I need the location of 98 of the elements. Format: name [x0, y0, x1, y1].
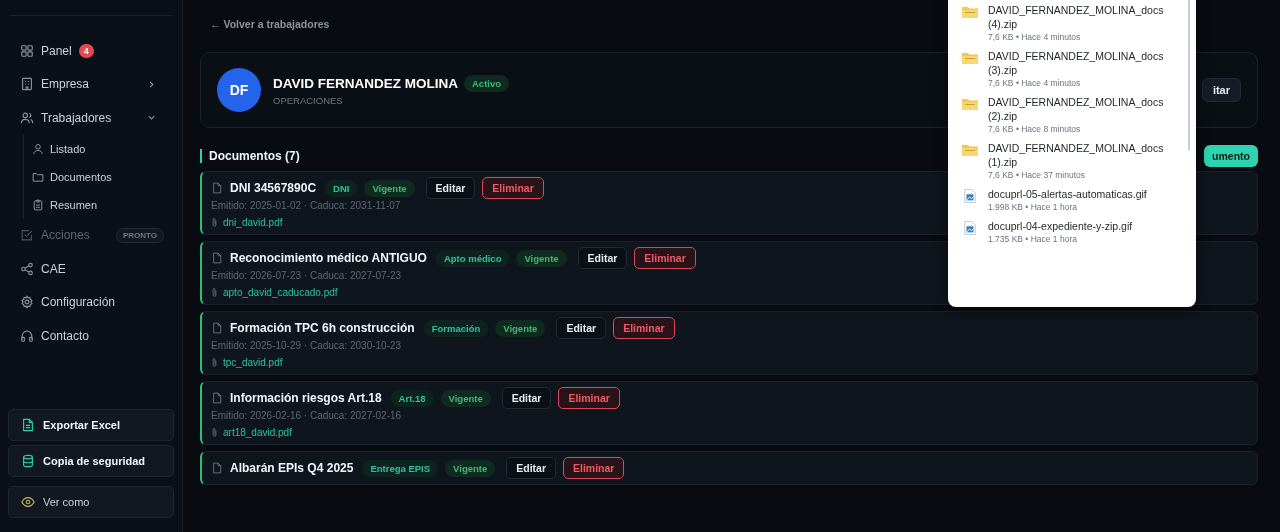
clipboard-icon — [32, 198, 44, 211]
sidebar-item[interactable]: Configuración — [20, 285, 172, 319]
category-tag: Apto médico — [435, 249, 510, 267]
folder-icon — [962, 51, 978, 65]
document-title: Información riesgos Art.18 — [230, 391, 382, 405]
download-item[interactable]: DAVID_FERNANDEZ_MOLINA_docs (4).zip 7,6 KB • Hace 4 minutos — [962, 0, 1186, 46]
delete-button[interactable]: Eliminar — [558, 387, 620, 409]
document-title: Albarán EPIs Q4 2025 — [230, 461, 354, 475]
document-icon — [211, 322, 223, 334]
edit-button[interactable]: Editar — [506, 457, 556, 479]
paperclip-icon — [211, 357, 218, 368]
file-meta: 7,6 KB • Hace 4 minutos — [988, 78, 1082, 88]
file-name: docuprl-05-alertas-automaticas.gif — [988, 187, 1147, 201]
document-icon — [211, 392, 223, 404]
category-tag: Entrega EPIS — [362, 459, 439, 477]
file-name: DAVID_FERNANDEZ_MOLINA_docs (3).zip — [988, 49, 1165, 77]
checkbox-icon — [20, 228, 34, 243]
soon-tag: PRONTO — [115, 227, 164, 243]
person-icon — [32, 142, 44, 155]
category-tag: Formación — [423, 319, 489, 337]
file-meta: 7,6 KB • Hace 8 minutos — [988, 124, 1082, 134]
document-dates: Emitido: 2025-10-29 · Caduca: 2030-10-23 — [211, 340, 402, 351]
edit-button[interactable]: Editar — [501, 387, 552, 409]
back-link[interactable]: ← Volver a trabajadores — [200, 18, 330, 34]
folder-icon — [962, 5, 978, 19]
delete-button[interactable]: Eliminar — [563, 457, 625, 479]
file-meta: 7,6 KB • Hace 4 minutos — [988, 32, 1082, 42]
database-icon — [21, 454, 35, 468]
document-title: Formación TPC 6h construcción — [230, 321, 415, 335]
document-icon — [211, 182, 223, 194]
status-tag: Vigente — [364, 179, 415, 197]
download-item[interactable]: docuprl-05-alertas-automaticas.gif 1.998 KB • Hace 1 hora — [962, 184, 1186, 216]
worker-name: DAVID FERNANDEZ MOLINA — [273, 75, 458, 91]
status-tag: Vigente — [516, 249, 567, 267]
sidebar-action-button[interactable]: Exportar Excel — [8, 409, 174, 441]
document-dates: Emitido: 2026-07-23 · Caduca: 2027-07-23 — [211, 270, 402, 281]
sidebar-subitem[interactable]: Listado — [32, 134, 172, 163]
sidebar-action-button[interactable]: Copia de seguridad — [8, 445, 174, 477]
folder-icon — [962, 97, 978, 111]
document-dates: Emitido: 2026-02-16 · Caduca: 2027-02-16 — [211, 410, 402, 421]
share-icon — [20, 261, 34, 276]
file-link[interactable]: dni_david.pdf — [223, 217, 283, 228]
sidebar-item[interactable]: Empresa — [20, 67, 172, 101]
sidebar-item[interactable]: CAE — [20, 252, 172, 286]
file-name: DAVID_FERNANDEZ_MOLINA_docs (2).zip — [988, 95, 1165, 123]
delete-button[interactable]: Eliminar — [613, 317, 675, 339]
settings-icon — [20, 295, 34, 310]
file-meta: 7,6 KB • Hace 37 minutos — [988, 170, 1086, 180]
edit-button[interactable]: Editar — [556, 317, 607, 339]
image-file-icon — [962, 221, 978, 235]
file-name: docuprl-04-expediente-y-zip.gif — [988, 219, 1133, 233]
status-tag: Vigente — [440, 389, 491, 407]
download-item[interactable]: docuprl-04-expediente-y-zip.gif 1.735 KB • Hace 1 hora — [962, 216, 1186, 248]
sidebar-subitem[interactable]: Documentos — [32, 162, 172, 191]
file-link[interactable]: tpc_david.pdf — [223, 357, 283, 368]
file-meta: 1.735 KB • Hace 1 hora — [988, 234, 1078, 244]
sidebar-item[interactable]: Panel 4 — [20, 34, 172, 68]
notification-badge: 4 — [78, 43, 94, 58]
paperclip-icon — [211, 427, 218, 438]
category-tag: Art.18 — [390, 389, 434, 407]
department-label: OPERACIONES — [273, 94, 343, 106]
file-link[interactable]: apto_david_caducado.pdf — [223, 287, 338, 298]
category-tag: DNI — [325, 179, 358, 197]
sidebar-item[interactable]: Trabajadores — [20, 101, 172, 135]
file-link[interactable]: art18_david.pdf — [223, 427, 292, 438]
grid-icon — [20, 43, 34, 58]
status-tag: Vigente — [495, 319, 546, 337]
avatar-initials: DF — [217, 68, 261, 112]
download-item[interactable]: DAVID_FERNANDEZ_MOLINA_docs (3).zip 7,6 KB • Hace 4 minutos — [962, 46, 1186, 92]
users-icon — [20, 110, 34, 125]
edit-button[interactable]: Editar — [425, 177, 476, 199]
image-file-icon — [962, 189, 978, 203]
headset-icon — [20, 328, 34, 343]
sidebar-item[interactable]: Contacto — [20, 319, 172, 353]
paperclip-icon — [211, 287, 218, 298]
delete-button[interactable]: Eliminar — [634, 247, 696, 269]
edit-button[interactable]: itar — [1201, 78, 1241, 102]
document-icon — [211, 252, 223, 264]
document-icon — [21, 418, 35, 432]
add-document-button[interactable]: umento — [1204, 145, 1258, 167]
folder-icon — [962, 143, 978, 157]
document-title: DNI 34567890C — [230, 181, 317, 195]
delete-button[interactable]: Eliminar — [482, 177, 544, 199]
status-tag: Activo — [464, 74, 510, 92]
sidebar-action-button[interactable]: Ver como — [8, 486, 174, 518]
download-item[interactable]: DAVID_FERNANDEZ_MOLINA_docs (2).zip 7,6 KB • Hace 8 minutos — [962, 92, 1186, 138]
status-tag: Vigente — [445, 459, 496, 477]
sidebar-subitem[interactable]: Resumen — [32, 190, 172, 219]
edit-button[interactable]: Editar — [577, 247, 628, 269]
building-icon — [20, 77, 34, 92]
document-icon — [211, 462, 223, 474]
eye-icon — [21, 495, 35, 509]
folder-icon — [32, 170, 44, 183]
document-title: Reconocimiento médico ANTIGUO — [230, 251, 427, 265]
file-meta: 1.998 KB • Hace 1 hora — [988, 202, 1078, 212]
file-name: DAVID_FERNANDEZ_MOLINA_docs (4).zip — [988, 3, 1165, 31]
paperclip-icon — [211, 217, 218, 228]
document-dates: Emitido: 2025-01-02 · Caduca: 2031-11-07 — [211, 200, 401, 211]
